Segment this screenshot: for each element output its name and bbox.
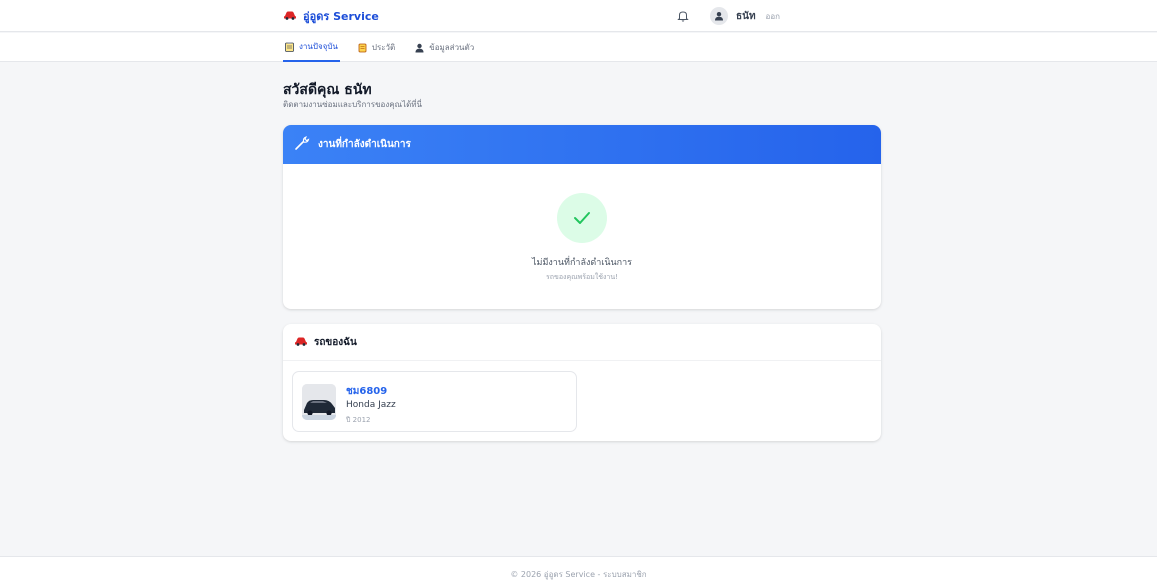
- footer-text: © 2026 อู่อูดร Service - ระบบสมาชิก: [510, 570, 647, 579]
- scroll-icon: [358, 43, 367, 53]
- tab-history[interactable]: ประวัติ: [356, 33, 397, 62]
- wrench-icon: [294, 135, 310, 154]
- tab-current-jobs[interactable]: งานปัจจุบัน: [283, 33, 340, 62]
- user-tools: ธนัท ออก: [676, 6, 780, 26]
- empty-state-subtitle: รถของคุณพร้อมใช้งาน!: [546, 273, 618, 281]
- user-name: ธนัท: [736, 10, 756, 22]
- page-subtitle: ติดตามงานซ่อมและบริการของคุณได้ที่นี่: [283, 100, 423, 109]
- logout-link[interactable]: ออก: [766, 10, 780, 23]
- car-photo: [302, 384, 336, 420]
- active-jobs-title: งานที่กำลังดำเนินการ: [318, 139, 411, 150]
- my-cars-title: รถของฉัน: [314, 336, 357, 348]
- my-cars-header: รถของฉัน: [283, 324, 881, 361]
- tab-bar: งานปัจจุบัน ประวัติ ข้อมูลส่วนตัว: [0, 33, 1157, 62]
- active-jobs-header: งานที่กำลังดำเนินการ: [283, 125, 881, 164]
- empty-state-title: ไม่มีงานที่กำลังดำเนินการ: [532, 258, 632, 268]
- my-cars-card: รถของฉัน ชม6809 Honda Jazz ปี 2012: [283, 324, 881, 441]
- avatar[interactable]: [710, 7, 728, 25]
- car-icon: [294, 336, 308, 349]
- active-jobs-card: งานที่กำลังดำเนินการ ไม่มีงานที่กำลังดำเ…: [283, 125, 881, 309]
- footer: © 2026 อู่อูดร Service - ระบบสมาชิก: [0, 556, 1157, 580]
- car-year: ปี 2012: [346, 416, 371, 424]
- user-icon: [715, 12, 723, 21]
- success-badge: [557, 193, 607, 243]
- user-icon: [415, 43, 424, 53]
- car-model: Honda Jazz: [346, 400, 396, 410]
- car-icon: [283, 10, 297, 23]
- tab-label: ประวัติ: [371, 43, 396, 52]
- car-list-item[interactable]: ชม6809 Honda Jazz ปี 2012: [292, 371, 577, 432]
- top-bar: อู่อูดร Service ธนัท ออก: [0, 0, 1157, 32]
- clipboard-icon: [285, 41, 294, 52]
- bell-icon[interactable]: [676, 9, 690, 23]
- tab-label: งานปัจจุบัน: [299, 42, 338, 51]
- brand-logo[interactable]: อู่อูดร Service: [283, 7, 379, 25]
- empty-state: ไม่มีงานที่กำลังดำเนินการ รถของคุณพร้อมใ…: [283, 164, 881, 309]
- brand-name: อู่อูดร Service: [303, 10, 379, 23]
- check-icon: [574, 212, 590, 224]
- tab-profile[interactable]: ข้อมูลส่วนตัว: [413, 33, 476, 62]
- car-plate: ชม6809: [346, 386, 388, 397]
- tab-label: ข้อมูลส่วนตัว: [429, 43, 475, 52]
